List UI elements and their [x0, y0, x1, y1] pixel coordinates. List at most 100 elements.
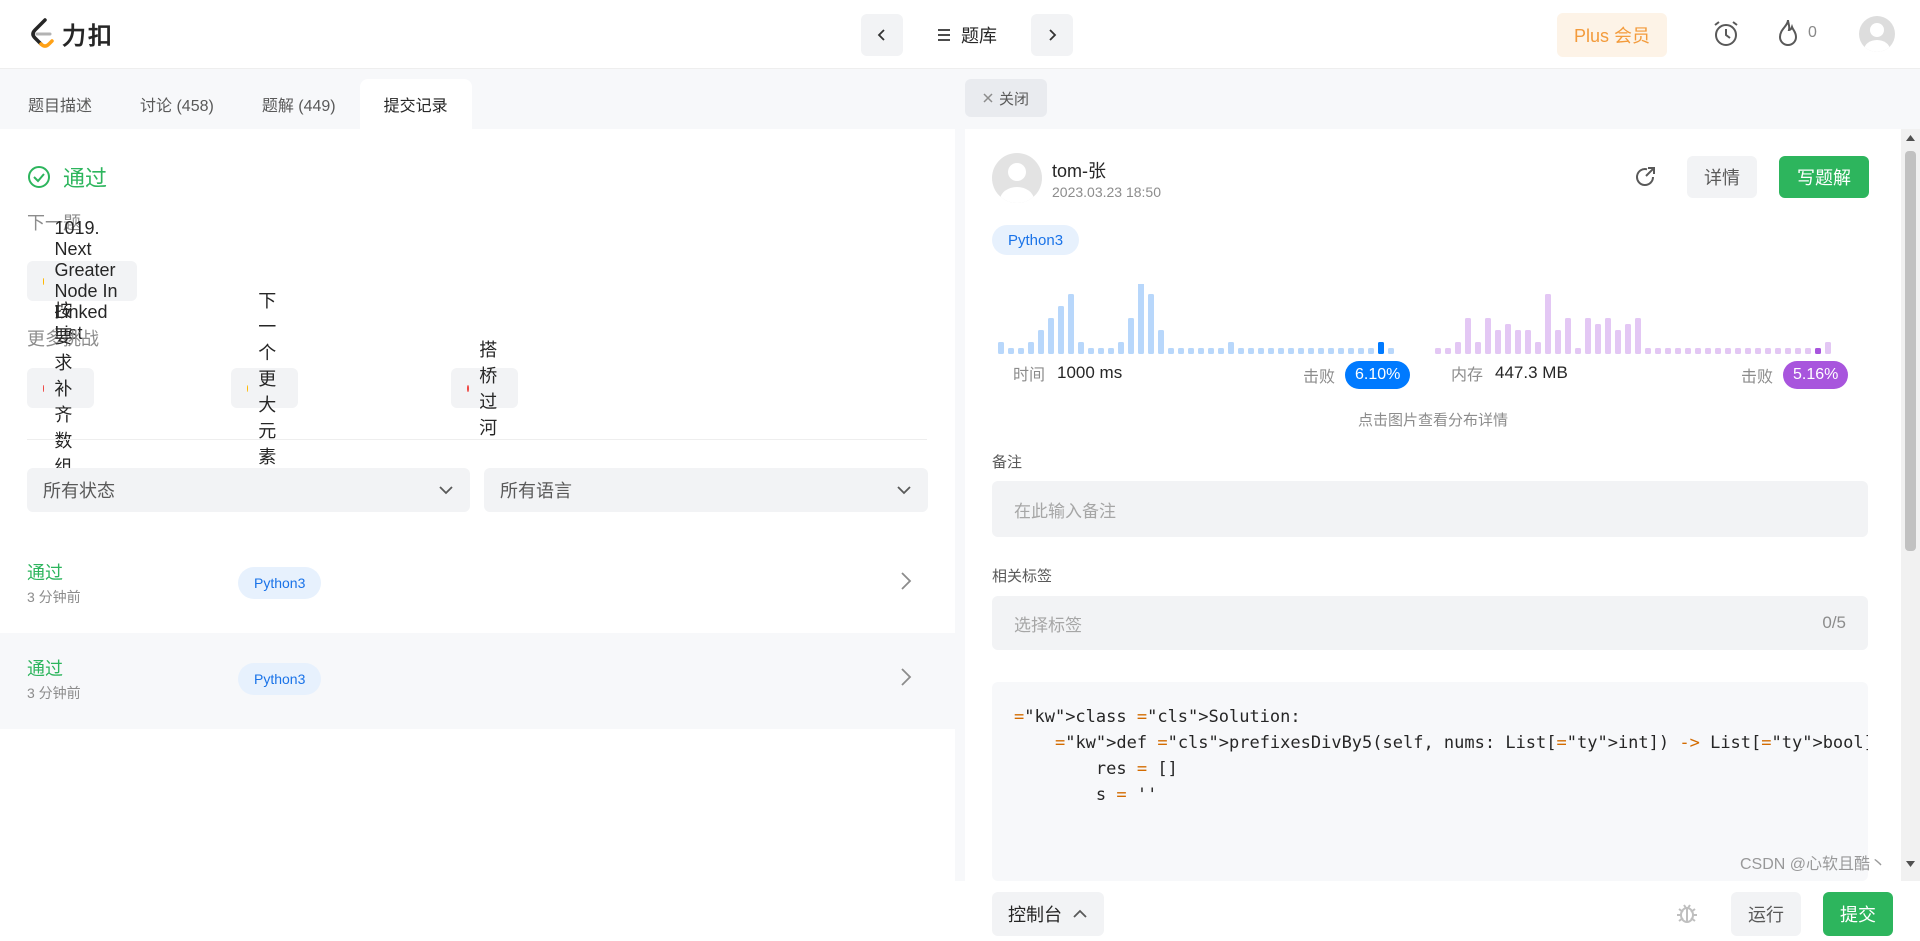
chevron-up-icon: [1073, 909, 1087, 918]
distribution-bar: [1665, 348, 1671, 354]
distribution-bar: [1108, 348, 1114, 354]
distribution-bar: [1575, 348, 1581, 354]
distribution-bar: [1138, 284, 1144, 354]
distribution-bar: [1535, 342, 1541, 354]
distribution-bar: [1348, 348, 1354, 354]
tab-discussion[interactable]: 讨论 (458): [116, 79, 238, 129]
panel-splitter[interactable]: [955, 69, 965, 881]
divider: [27, 439, 927, 440]
code-line: s = '': [1014, 785, 1158, 805]
distribution-bar: [1785, 348, 1791, 354]
plus-membership-button[interactable]: Plus 会员: [1557, 13, 1667, 57]
alarm-icon[interactable]: [1710, 18, 1742, 55]
tags-placeholder: 选择标签: [1014, 615, 1082, 635]
leetcode-logo[interactable]: 力扣: [28, 16, 114, 51]
memory-beat-label: 击败: [1741, 369, 1774, 386]
fire-icon: [1778, 19, 1798, 46]
scrollbar[interactable]: [1901, 129, 1920, 881]
tab-description[interactable]: 题目描述: [4, 79, 116, 129]
share-icon[interactable]: [1633, 165, 1657, 194]
memory-metric: 内存 447.3 MB: [1451, 361, 1568, 385]
difficulty-dot: [43, 277, 45, 285]
console-toggle-button[interactable]: 控制台: [992, 892, 1104, 936]
next-problem-chip[interactable]: 1019. Next Greater Node In Linked List: [27, 218, 138, 343]
submission-row[interactable]: 通过 3 分钟前 Python3: [0, 633, 955, 729]
streak-counter[interactable]: 0: [1776, 18, 1817, 48]
distribution-bar: [1735, 348, 1741, 354]
distribution-bar: [1098, 348, 1104, 354]
close-tab-button[interactable]: 关闭: [965, 79, 1048, 117]
chevron-down-icon: [439, 486, 453, 495]
problem-list-label: 题库: [961, 26, 997, 46]
distribution-bar: [1765, 348, 1771, 354]
runtime-label: 时间: [1013, 367, 1046, 384]
distribution-hint: 点击图片查看分布详情: [1357, 412, 1508, 429]
debug-icon[interactable]: [1675, 901, 1699, 930]
distribution-bar: [1595, 324, 1601, 354]
distribution-bar: [1148, 294, 1154, 354]
code-line: ="kw">def ="cls">prefixesDivBy5(self, nu…: [1054, 733, 1868, 753]
scroll-up-icon[interactable]: [1906, 135, 1915, 141]
code-line: res = []: [1014, 759, 1178, 779]
distribution-bar: [1445, 348, 1451, 354]
author-name[interactable]: tom-张: [1052, 157, 1106, 183]
challenge-chip[interactable]: 搭桥过河: [451, 340, 518, 438]
distribution-bar: [1268, 348, 1274, 354]
distribution-bar: [1358, 348, 1364, 354]
next-problem-button[interactable]: [1031, 14, 1073, 56]
distribution-bar: [1465, 318, 1471, 354]
prev-problem-button[interactable]: [861, 14, 903, 56]
distribution-bar: [1745, 348, 1751, 354]
scroll-down-icon[interactable]: [1906, 861, 1915, 867]
difficulty-dot: [43, 384, 45, 392]
list-icon: [938, 29, 950, 41]
author-avatar[interactable]: [992, 153, 1042, 203]
detail-button[interactable]: 详情: [1687, 156, 1757, 198]
user-avatar[interactable]: [1859, 16, 1895, 52]
distribution-bar: [1805, 348, 1811, 354]
distribution-bar: [1238, 348, 1244, 354]
code-block[interactable]: ="kw">class ="cls">Solution: ="kw">def =…: [992, 682, 1868, 881]
distribution-bar: [1228, 342, 1234, 354]
distribution-bar: [1715, 348, 1721, 354]
scrollbar-thumb[interactable]: [1905, 151, 1916, 551]
status-filter-select[interactable]: 所有状态: [27, 468, 470, 512]
problem-list-button[interactable]: 题库: [911, 14, 1023, 56]
tab-submissions[interactable]: 提交记录: [359, 79, 472, 129]
write-solution-button[interactable]: 写题解: [1779, 156, 1869, 198]
submissions-panel: 通过 下一题 1019. Next Greater Node In Linked…: [0, 129, 955, 881]
close-tab-label: 关闭: [999, 90, 1030, 108]
submission-detail: tom-张 2023.03.23 18:50 详情 写题解 Python3 时间…: [965, 129, 1920, 941]
tab-solutions[interactable]: 题解 (449): [238, 79, 360, 129]
challenge-chip[interactable]: 下一个更大元素 II: [231, 291, 298, 489]
run-button[interactable]: 运行: [1731, 892, 1801, 936]
distribution-bar: [1585, 318, 1591, 354]
distribution-bar: [1198, 348, 1204, 354]
memory-label: 内存: [1451, 367, 1484, 384]
distribution-bar: [1218, 348, 1224, 354]
watermark: CSDN @心软且酷丶: [1740, 856, 1887, 873]
language-filter-select[interactable]: 所有语言: [484, 468, 928, 512]
distribution-bar: [1278, 348, 1284, 354]
difficulty-dot: [467, 384, 470, 392]
distribution-bar: [1625, 324, 1631, 354]
distribution-bar: [1008, 348, 1014, 354]
submit-button[interactable]: 提交: [1823, 892, 1893, 936]
runtime-beat-badge: 6.10%: [1345, 361, 1411, 389]
challenge-chip[interactable]: 按要求补齐数组: [27, 301, 94, 477]
distribution-bar: [1118, 342, 1124, 354]
distribution-bar: [1378, 342, 1384, 354]
distribution-bar: [1435, 348, 1441, 354]
difficulty-dot: [247, 384, 249, 392]
tags-label: 相关标签: [992, 568, 1053, 585]
distribution-bar: [1048, 318, 1054, 354]
distribution-bar: [1475, 342, 1481, 354]
note-input[interactable]: 在此输入备注: [992, 481, 1868, 537]
distribution-bar: [1695, 348, 1701, 354]
submission-row[interactable]: 通过 3 分钟前 Python3: [0, 537, 955, 633]
tags-select[interactable]: 选择标签 0/5: [992, 596, 1868, 650]
distribution-bar: [1455, 342, 1461, 354]
distribution-bar: [1168, 348, 1174, 354]
distribution-bar: [1485, 318, 1491, 354]
close-icon: [983, 93, 993, 103]
